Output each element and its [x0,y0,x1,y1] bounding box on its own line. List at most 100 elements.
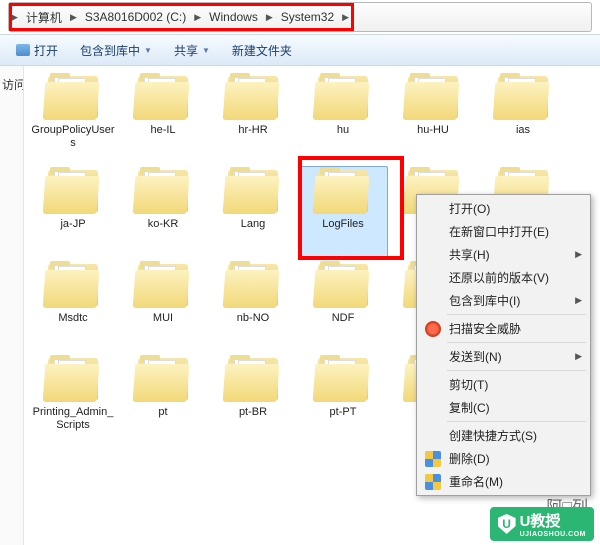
folder-label: ko-KR [148,218,179,231]
context-menu-item[interactable]: 剪切(T) [419,373,588,396]
context-menu-item[interactable]: 包含到库中(I)▶ [419,289,588,312]
chevron-right-icon: ▶ [264,12,275,23]
folder-label: ias [516,124,530,137]
context-separator [447,370,586,371]
context-separator [447,421,586,422]
include-label: 包含到库中 [80,42,140,59]
folder-icon [134,74,192,122]
folder-item[interactable]: he-IL [118,72,208,164]
folder-item[interactable]: hu-HU [388,72,478,164]
folder-item[interactable]: MUI [118,260,208,352]
open-button[interactable]: 打开 [6,38,68,63]
context-menu-item[interactable]: 创建快捷方式(S) [419,424,588,447]
chevron-down-icon: ▼ [144,46,152,55]
folder-icon [134,262,192,310]
breadcrumb-item[interactable]: S3A8016D002 (C:) [79,3,192,31]
folder-item[interactable]: Lang [208,166,298,258]
folder-label: he-IL [150,124,175,137]
folder-item[interactable]: ias [478,72,568,164]
folder-item[interactable]: ja-JP [28,166,118,258]
scan-icon [425,321,441,337]
folder-label: NDF [332,312,355,325]
folder-item[interactable]: Msdtc [28,260,118,352]
toolbar: 打开 包含到库中 ▼ 共享 ▼ 新建文件夹 [0,34,600,66]
chevron-right-icon: ▶ [340,12,351,23]
folder-label: hu-HU [417,124,449,137]
chevron-right-icon: ▶ [9,12,20,23]
share-label: 共享 [174,42,198,59]
watermark-sub: UJIAOSHOU.COM [520,531,586,538]
sidebar-item[interactable]: 访问的位置 [0,72,23,97]
context-menu-item[interactable]: 删除(D) [419,447,588,470]
context-item-label: 打开(O) [449,200,490,217]
uac-shield-icon [425,474,441,490]
chevron-right-icon: ▶ [68,12,79,23]
context-menu-item[interactable]: 打开(O) [419,197,588,220]
watermark: U U教授 UJIAOSHOU.COM [490,507,594,541]
breadcrumb-item[interactable]: Windows [203,3,264,31]
folder-label: nb-NO [237,312,269,325]
folder-icon [44,168,102,216]
folder-label: Printing_Admin_Scripts [30,406,116,431]
shield-icon: U [498,514,516,534]
folder-item[interactable]: GroupPolicyUsers [28,72,118,164]
breadcrumb-item[interactable]: System32 [275,3,340,31]
context-menu-item[interactable]: 扫描安全威胁 [419,317,588,340]
folder-item[interactable]: pt-PT [298,354,388,446]
folder-item[interactable]: hr-HR [208,72,298,164]
folder-label: hr-HR [238,124,267,137]
chevron-right-icon: ▶ [575,249,582,260]
context-item-label: 共享(H) [449,246,490,263]
folder-icon [44,74,102,122]
watermark-badge: U U教授 UJIAOSHOU.COM [490,507,594,541]
context-item-label: 剪切(T) [449,376,488,393]
folder-item[interactable]: pt-BR [208,354,298,446]
chevron-right-icon: ▶ [575,351,582,362]
breadcrumb-item[interactable]: 计算机 [20,3,68,31]
folder-item[interactable]: ko-KR [118,166,208,258]
folder-item[interactable]: LogFiles [298,166,388,258]
context-menu-item[interactable]: 在新窗口中打开(E) [419,220,588,243]
context-item-label: 还原以前的版本(V) [449,269,549,286]
folder-item[interactable]: Printing_Admin_Scripts [28,354,118,446]
include-library-button[interactable]: 包含到库中 ▼ [70,38,162,63]
new-folder-button[interactable]: 新建文件夹 [222,38,302,63]
folder-item[interactable]: nb-NO [208,260,298,352]
folder-icon [494,74,552,122]
folder-label: pt [158,406,167,419]
context-menu-item[interactable]: 重命名(M) [419,470,588,493]
context-menu-item[interactable]: 还原以前的版本(V) [419,266,588,289]
uac-shield-icon [425,451,441,467]
folder-icon [134,168,192,216]
context-separator [447,314,586,315]
share-button[interactable]: 共享 ▼ [164,38,220,63]
context-item-label: 在新窗口中打开(E) [449,223,549,240]
folder-item[interactable]: NDF [298,260,388,352]
folder-label: Msdtc [58,312,87,325]
chevron-down-icon: ▼ [202,46,210,55]
folder-icon [224,168,282,216]
context-menu-item[interactable]: 复制(C) [419,396,588,419]
breadcrumb-bar[interactable]: ▶ 计算机 ▶ S3A8016D002 (C:) ▶ Windows ▶ Sys… [8,2,592,32]
folder-item[interactable]: pt [118,354,208,446]
folder-label: hu [337,124,349,137]
context-menu-item[interactable]: 发送到(N)▶ [419,345,588,368]
context-item-label: 复制(C) [449,399,490,416]
folder-label: MUI [153,312,173,325]
folder-icon [224,74,282,122]
folder-icon [314,262,372,310]
folder-icon [224,262,282,310]
chevron-right-icon: ▶ [192,12,203,23]
folder-icon [44,262,102,310]
sidebar[interactable]: 访问的位置 [0,66,24,545]
folder-item[interactable]: hu [298,72,388,164]
new-folder-label: 新建文件夹 [232,42,292,59]
folder-label: pt-PT [330,406,357,419]
folder-label: GroupPolicyUsers [30,124,116,149]
open-icon [16,44,30,56]
context-item-label: 删除(D) [449,450,490,467]
context-menu[interactable]: 打开(O) 在新窗口中打开(E) 共享(H) ▶ 还原以前的版本(V) 包含到库中(I)▶… [416,194,591,496]
folder-label: LogFiles [322,218,364,231]
context-menu-item[interactable]: 共享(H) ▶ [419,243,588,266]
chevron-right-icon: ▶ [575,295,582,306]
